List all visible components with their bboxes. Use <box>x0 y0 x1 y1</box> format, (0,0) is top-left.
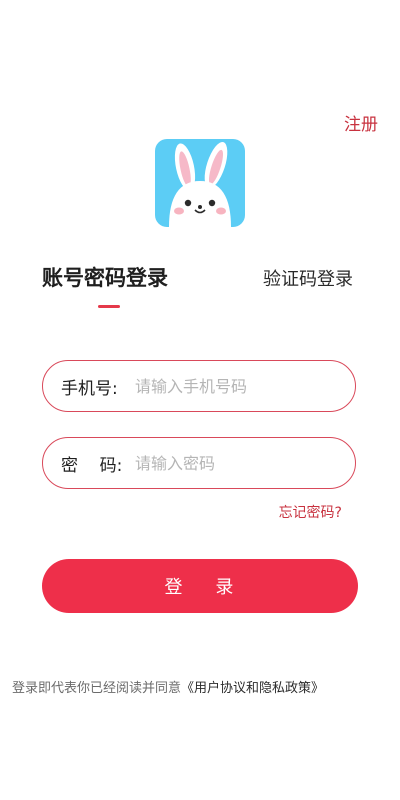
agreement-link[interactable]: 《用户协议和隐私政策》 <box>181 681 324 696</box>
rabbit-icon <box>155 139 245 227</box>
password-field[interactable]: 密 码: <box>42 437 356 489</box>
forgot-password-link[interactable]: 忘记密码? <box>279 502 342 522</box>
phone-label: 手机号: <box>61 378 118 399</box>
password-label: 密 码: <box>61 455 123 476</box>
tab-verification-code[interactable]: 验证码登录 <box>263 265 353 291</box>
password-input[interactable] <box>135 453 335 473</box>
phone-input[interactable] <box>135 376 335 396</box>
app-logo <box>155 139 245 227</box>
tab-account-password[interactable]: 账号密码登录 <box>42 262 168 292</box>
register-link[interactable]: 注册 <box>344 110 378 135</box>
login-button[interactable]: 登 录 <box>42 559 358 613</box>
agreement-prefix: 登录即代表你已经阅读并同意 <box>12 681 182 696</box>
active-tab-indicator <box>98 305 120 308</box>
phone-field[interactable]: 手机号: <box>42 360 356 412</box>
agreement-text: 登录即代表你已经阅读并同意《用户协议和隐私政策》 <box>12 677 324 696</box>
